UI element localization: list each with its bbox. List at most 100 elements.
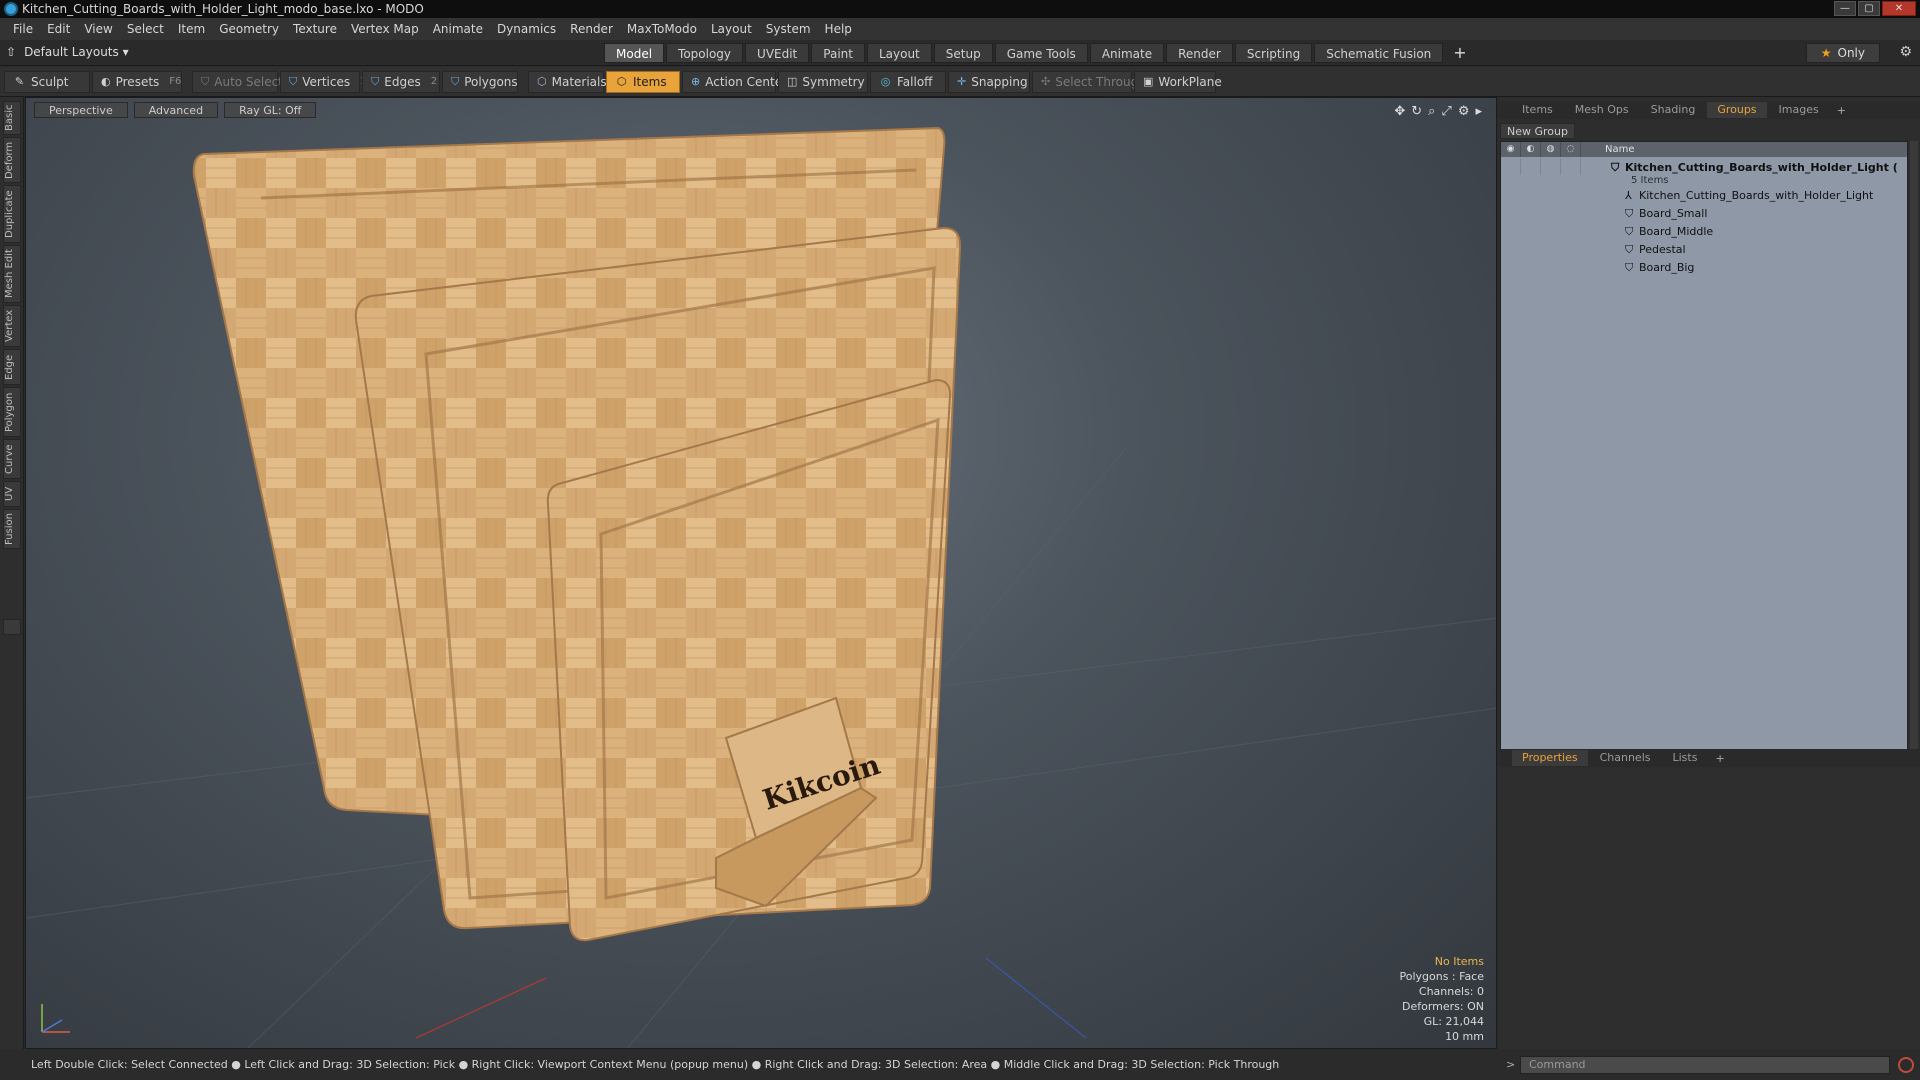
viewport-mode-dropdown[interactable]: Advanced	[133, 102, 219, 118]
menu-render[interactable]: Render	[563, 22, 620, 36]
menu-help[interactable]: Help	[818, 22, 859, 36]
tab-schematic-fusion[interactable]: Schematic Fusion	[1314, 43, 1444, 63]
tab-properties[interactable]: Properties	[1512, 750, 1588, 766]
tab-lists[interactable]: Lists	[1663, 750, 1708, 766]
left-tab-deform[interactable]: Deform	[3, 137, 21, 183]
left-tab-curve[interactable]: Curve	[3, 439, 21, 479]
lock-column-icon[interactable]: ◍	[1541, 142, 1561, 157]
mesh-icon: ⛉	[1625, 261, 1634, 274]
add-panel-tab-button[interactable]: +	[1831, 104, 1852, 117]
menu-item[interactable]: Item	[171, 22, 212, 36]
menu-layout[interactable]: Layout	[704, 22, 759, 36]
maximize-button[interactable]: ▢	[1858, 1, 1880, 16]
tab-scripting[interactable]: Scripting	[1234, 43, 1313, 63]
fit-icon[interactable]: ⤢	[1441, 104, 1451, 119]
menu-dynamics[interactable]: Dynamics	[490, 22, 563, 36]
group-root-row[interactable]: ⛉ Kitchen_Cutting_Boards_with_Holder_Lig…	[1501, 159, 1907, 175]
auto-select-button[interactable]: ⛉ Auto Select	[192, 70, 283, 93]
left-tab-duplicate[interactable]: Duplicate	[3, 185, 21, 243]
list-item[interactable]: ⛉ Board_Small	[1501, 205, 1907, 223]
list-item[interactable]: ⛉ Board_Big	[1501, 259, 1907, 277]
tab-uvedit[interactable]: UVEdit	[745, 43, 810, 63]
menu-vertex-map[interactable]: Vertex Map	[344, 22, 426, 36]
workplane-button[interactable]: ▣ WorkPlane	[1134, 70, 1222, 93]
snapping-button[interactable]: ✛ Snapping	[948, 70, 1030, 93]
left-tab-polygon[interactable]: Polygon	[3, 387, 21, 437]
left-tab-mesh-edit[interactable]: Mesh Edit	[3, 245, 21, 303]
tab-setup[interactable]: Setup	[933, 43, 993, 63]
viewport-menu-arrow-icon[interactable]: ▸	[1475, 104, 1482, 119]
add-properties-tab-button[interactable]: +	[1709, 752, 1730, 765]
menu-system[interactable]: System	[759, 22, 818, 36]
tab-topology[interactable]: Topology	[666, 43, 744, 63]
menu-select[interactable]: Select	[120, 22, 171, 36]
falloff-button[interactable]: ◎ Falloff	[870, 70, 946, 93]
menu-geometry[interactable]: Geometry	[212, 22, 286, 36]
tab-shading[interactable]: Shading	[1641, 102, 1706, 118]
left-tab-basic[interactable]: Basic	[3, 101, 21, 135]
polygons-button[interactable]: ⛉ Polygons	[442, 70, 518, 93]
render-column-icon[interactable]: ◐	[1521, 142, 1541, 157]
action-center-button[interactable]: ⊕ Action Center	[682, 70, 787, 93]
tab-mesh-ops[interactable]: Mesh Ops	[1565, 102, 1639, 118]
viewport-view-dropdown[interactable]: Perspective	[34, 102, 128, 118]
properties-tabs: Properties Channels Lists +	[1498, 749, 1920, 767]
tab-layout[interactable]: Layout	[866, 43, 932, 63]
brush-icon: ✎	[14, 75, 25, 88]
symmetry-button[interactable]: ◫ Symmetry	[778, 70, 868, 93]
layout-up-icon[interactable]: ⇧	[6, 45, 16, 59]
default-layouts-dropdown[interactable]: Default Layouts ▾	[24, 45, 129, 59]
presets-button[interactable]: ◐ Presets F6	[92, 70, 182, 93]
gear-icon[interactable]: ⚙	[1899, 44, 1912, 60]
sculpt-button[interactable]: ✎ Sculpt	[4, 70, 90, 93]
workplane-label: WorkPlane	[1158, 74, 1222, 89]
list-item[interactable]: ⛉ Pedestal	[1501, 241, 1907, 259]
tab-groups[interactable]: Groups	[1707, 102, 1767, 118]
select-column-icon[interactable]: ◌	[1561, 142, 1581, 157]
left-tab-uv[interactable]: UV	[3, 481, 21, 507]
visibility-column-icon[interactable]: ◉	[1501, 142, 1521, 157]
left-tab-toggle[interactable]	[3, 619, 21, 635]
select-through-button[interactable]: ✣ Select Through	[1032, 70, 1146, 93]
groups-scrollbar[interactable]	[1910, 141, 1918, 761]
materials-icon: ⬡	[537, 75, 547, 88]
tab-model[interactable]: Model	[604, 43, 665, 63]
list-item[interactable]: ⛉ Board_Middle	[1501, 223, 1907, 241]
items-button[interactable]: ⬡ Items	[606, 70, 680, 93]
record-icon[interactable]	[1898, 1057, 1914, 1073]
tab-animate[interactable]: Animate	[1089, 43, 1165, 63]
left-tab-edge[interactable]: Edge	[3, 349, 21, 385]
symmetry-label: Symmetry	[802, 74, 865, 89]
zoom-icon[interactable]: ⌕	[1428, 104, 1435, 119]
tab-items[interactable]: Items	[1512, 102, 1563, 118]
materials-button[interactable]: ⬡ Materials	[528, 70, 607, 93]
viewport-settings-icon[interactable]: ⚙	[1458, 104, 1470, 119]
name-column-header[interactable]: Name	[1605, 144, 1635, 155]
vertices-button[interactable]: ⛉Vertices1	[280, 70, 367, 93]
close-button[interactable]: ✕	[1882, 1, 1916, 16]
pan-icon[interactable]: ✥	[1394, 104, 1405, 119]
viewport-raygl-toggle[interactable]: Ray GL: Off	[224, 102, 317, 118]
menu-view[interactable]: View	[77, 22, 119, 36]
menu-file[interactable]: File	[6, 22, 40, 36]
command-input[interactable]: Command	[1520, 1056, 1890, 1074]
tab-render[interactable]: Render	[1166, 43, 1233, 63]
menu-maxtomodo[interactable]: MaxToModo	[620, 22, 704, 36]
only-button[interactable]: ★ Only	[1805, 43, 1880, 63]
menu-texture[interactable]: Texture	[286, 22, 344, 36]
tab-game-tools[interactable]: Game Tools	[994, 43, 1088, 63]
list-item[interactable]: ⅄ Kitchen_Cutting_Boards_with_Holder_Lig…	[1501, 187, 1907, 205]
tab-paint[interactable]: Paint	[811, 43, 865, 63]
rotate-icon[interactable]: ↻	[1411, 104, 1422, 119]
new-group-button[interactable]: New Group	[1500, 123, 1575, 139]
minimize-button[interactable]: —	[1834, 1, 1856, 16]
tab-channels[interactable]: Channels	[1590, 750, 1661, 766]
3d-viewport[interactable]: Kikcoin Perspective Advanced Ray GL: Off…	[25, 97, 1497, 1049]
edges-button[interactable]: ⛉ Edges 2	[362, 70, 440, 93]
menu-animate[interactable]: Animate	[426, 22, 490, 36]
add-layout-tab-button[interactable]: +	[1445, 43, 1474, 63]
menu-edit[interactable]: Edit	[40, 22, 77, 36]
left-tab-fusion[interactable]: Fusion	[3, 509, 21, 549]
left-tab-vertex[interactable]: Vertex	[3, 305, 21, 347]
tab-images[interactable]: Images	[1769, 102, 1829, 118]
